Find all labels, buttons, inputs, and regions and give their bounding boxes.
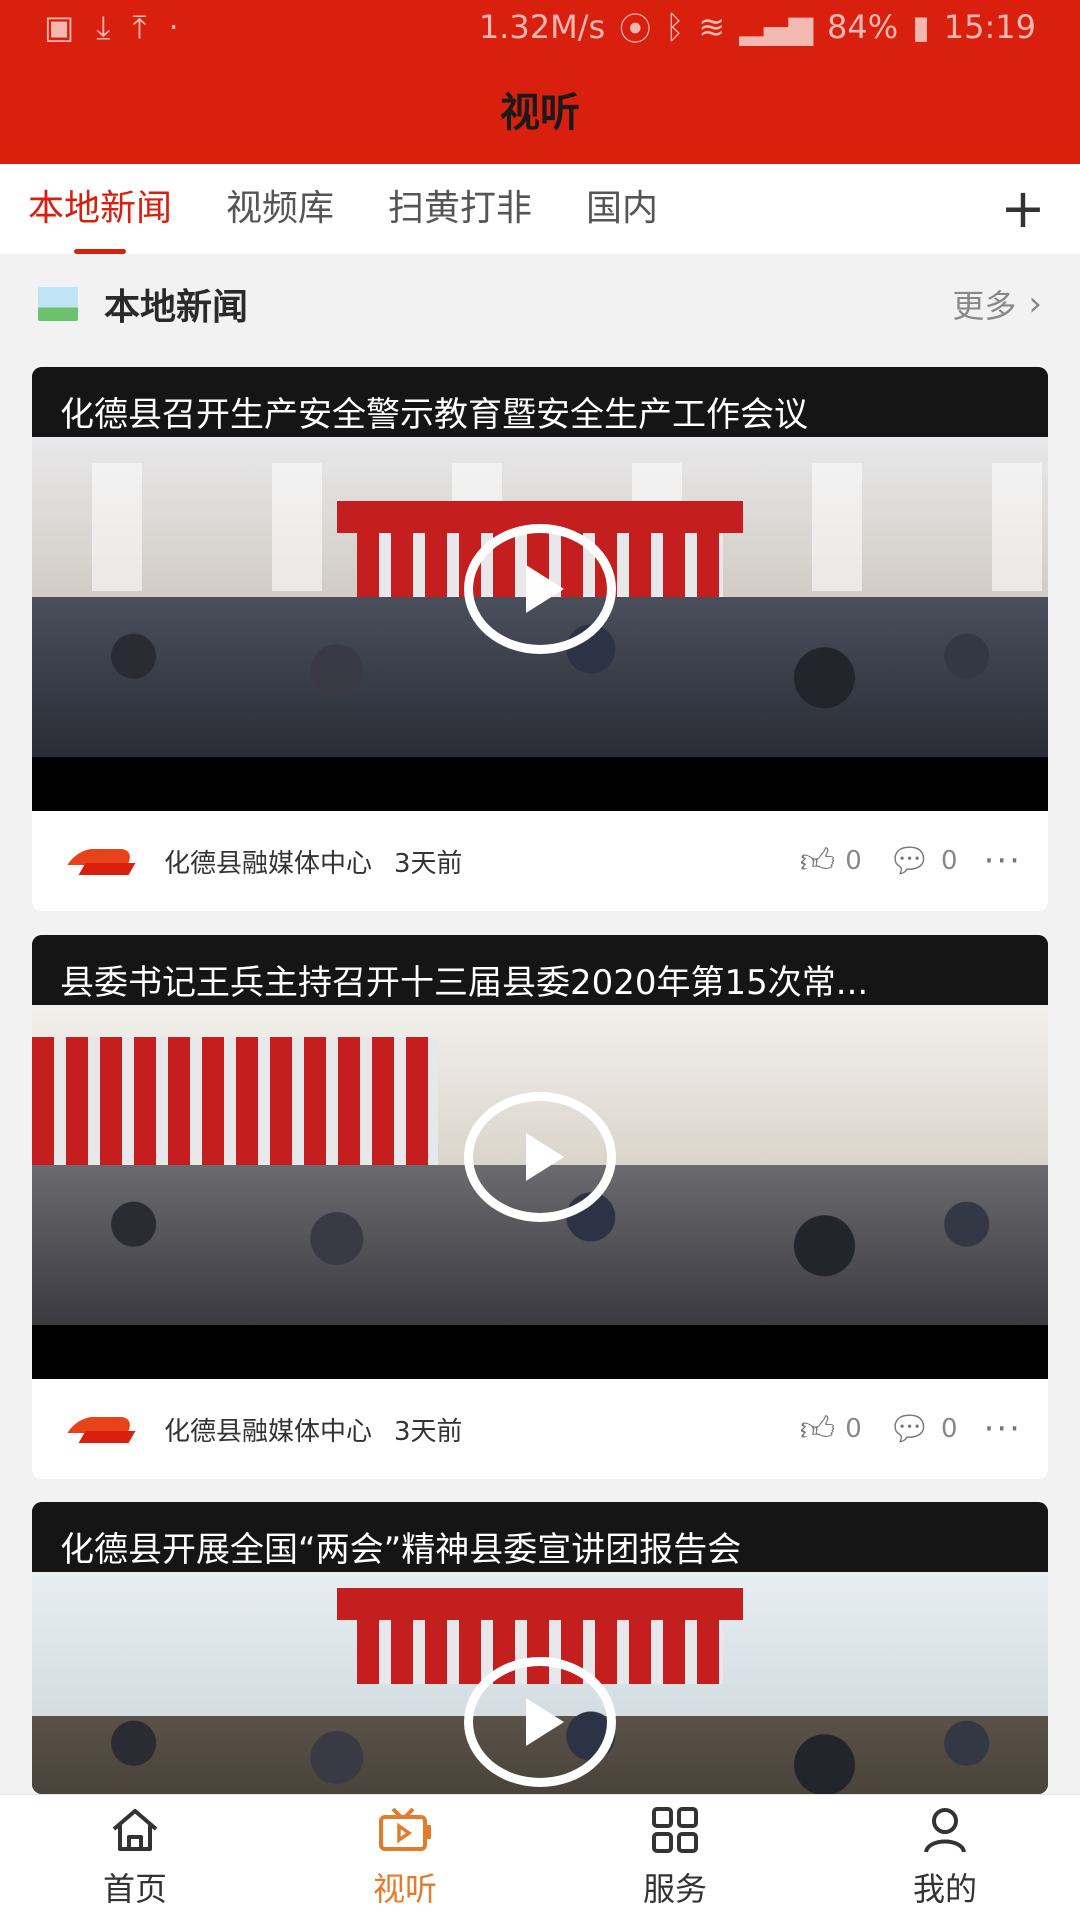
status-left: ▣ ⤓ ⤒ · <box>44 8 179 47</box>
status-bar: ▣ ⤓ ⤒ · 1.32M/s ⦿ ᛒ ≋ ▂▄▆ 84% ▮ 15:19 <box>0 0 1080 54</box>
card-meta: 👍︎ 0 💬︎ 0 ··· <box>800 841 1022 882</box>
section-header: 本地新闻 更多 › <box>0 254 1080 354</box>
video-title: 化德县召开生产安全警示教育暨安全生产工作会议 <box>32 367 1048 437</box>
publish-time: 3天前 <box>394 848 463 879</box>
video-card[interactable]: 化德县召开生产安全警示教育暨安全生产工作会议 化德县融媒体中心 3天前 👍︎ 0… <box>32 367 1048 911</box>
nav-label: 首页 <box>102 1869 167 1908</box>
nav-label: 我的 <box>912 1869 977 1908</box>
battery-icon: ▮ <box>912 8 930 46</box>
like-icon[interactable]: 👍︎ <box>800 1409 836 1450</box>
comment-icon[interactable]: 💬︎ <box>888 841 931 881</box>
clock: 15:19 <box>943 8 1036 46</box>
nav-label: 服务 <box>642 1869 707 1908</box>
nav-audiovisual[interactable]: 视听 <box>335 1806 475 1910</box>
app-header: 视听 <box>0 54 1080 164</box>
nav-home[interactable]: 首页 <box>65 1806 205 1910</box>
video-thumbnail[interactable]: 化德县开展全国“两会”精神县委宣讲团报告会 <box>32 1502 1048 1794</box>
tab-local-news[interactable]: 本地新闻 <box>28 164 172 254</box>
chevron-right-icon: › <box>1028 284 1042 324</box>
image-notification-icon: ▣ <box>44 8 75 46</box>
nav-label: 视听 <box>372 1869 437 1908</box>
comment-icon[interactable]: 💬︎ <box>888 1409 931 1449</box>
play-icon[interactable] <box>464 1657 616 1787</box>
nav-services[interactable]: 服务 <box>605 1806 745 1910</box>
play-icon[interactable] <box>464 1092 616 1222</box>
network-speed: 1.32M/s <box>478 8 606 46</box>
status-right: 1.32M/s ⦿ ᛒ ≋ ▂▄▆ 84% ▮ 15:19 <box>479 4 1036 50</box>
bottom-nav: 首页 视听 服务 我的 <box>0 1794 1080 1920</box>
comment-count: 0 <box>941 846 958 876</box>
upload-icon: ⤒ <box>132 7 147 46</box>
like-count: 0 <box>845 1414 862 1444</box>
play-icon[interactable] <box>464 524 616 654</box>
bluetooth-icon: ᛒ <box>665 8 685 46</box>
tab-domestic[interactable]: 国内 <box>586 164 658 254</box>
like-count: 0 <box>845 846 862 876</box>
comment-count: 0 <box>941 1414 958 1444</box>
tv-icon <box>377 1806 433 1854</box>
tab-video-library[interactable]: 视频库 <box>226 164 334 254</box>
wifi-icon: ≋ <box>698 8 726 46</box>
source-logo-icon <box>67 841 140 881</box>
dot-icon: · <box>168 8 179 46</box>
source-name: 化德县融媒体中心 <box>164 1416 373 1447</box>
card-meta: 👍︎ 0 💬︎ 0 ··· <box>800 1409 1022 1450</box>
grid-icon <box>651 1806 699 1854</box>
more-link[interactable]: 更多 › <box>952 281 1042 327</box>
user-icon <box>922 1806 968 1854</box>
tab-anti-porn[interactable]: 扫黄打非 <box>388 164 532 254</box>
signal-icon: ▂▄▆ <box>739 8 814 46</box>
publish-time: 3天前 <box>394 1416 463 1447</box>
card-footer: 化德县融媒体中心 3天前 👍︎ 0 💬︎ 0 ··· <box>32 1379 1048 1479</box>
card-footer: 化德县融媒体中心 3天前 👍︎ 0 💬︎ 0 ··· <box>32 811 1048 911</box>
video-card[interactable]: 化德县开展全国“两会”精神县委宣讲团报告会 <box>32 1502 1048 1794</box>
more-options-icon[interactable]: ··· <box>984 841 1022 881</box>
video-thumbnail[interactable]: 化德县召开生产安全警示教育暨安全生产工作会议 <box>32 367 1048 811</box>
like-icon[interactable]: 👍︎ <box>800 841 836 882</box>
source-logo-icon <box>67 1409 140 1449</box>
battery-level: 84% <box>827 8 899 46</box>
channel-tabs: 本地新闻 视频库 扫黄打非 国内 + <box>0 164 1080 254</box>
location-icon: ⦿ <box>619 10 652 48</box>
video-title: 化德县开展全国“两会”精神县委宣讲团报告会 <box>32 1502 1048 1572</box>
section-title: 本地新闻 <box>104 287 249 328</box>
video-title: 县委书记王兵主持召开十三届县委2020年第15次常... <box>32 935 1048 1005</box>
more-label: 更多 <box>952 287 1017 325</box>
more-options-icon[interactable]: ··· <box>984 1409 1022 1449</box>
plus-icon[interactable]: + <box>996 182 1050 236</box>
video-card[interactable]: 县委书记王兵主持召开十三届县委2020年第15次常... 化德县融媒体中心 3天… <box>32 935 1048 1479</box>
download-icon: ⤓ <box>96 7 111 46</box>
video-thumbnail[interactable]: 县委书记王兵主持召开十三届县委2020年第15次常... <box>32 935 1048 1379</box>
image-icon <box>38 287 78 321</box>
home-icon <box>110 1806 160 1854</box>
source-name: 化德县融媒体中心 <box>164 848 373 879</box>
nav-profile[interactable]: 我的 <box>875 1806 1015 1910</box>
page-title: 视听 <box>500 90 580 136</box>
